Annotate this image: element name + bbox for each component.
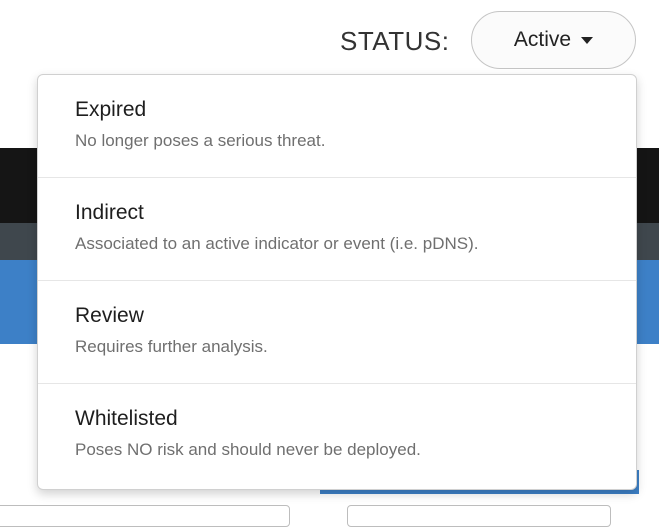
menu-item-title: Expired bbox=[75, 98, 147, 121]
menu-item-indirect[interactable]: Indirect Associated to an active indicat… bbox=[38, 178, 636, 281]
menu-item-description: No longer poses a serious threat. bbox=[75, 131, 326, 150]
menu-item-title: Review bbox=[75, 304, 144, 327]
input-field-left[interactable] bbox=[0, 505, 290, 527]
status-dropdown-button[interactable]: Active bbox=[471, 11, 636, 69]
menu-item-review[interactable]: Review Requires further analysis. bbox=[38, 281, 636, 384]
status-dropdown-menu: Expired No longer poses a serious threat… bbox=[37, 74, 637, 490]
menu-item-expired[interactable]: Expired No longer poses a serious threat… bbox=[38, 75, 636, 178]
menu-item-description: Poses NO risk and should never be deploy… bbox=[75, 440, 421, 459]
caret-down-icon bbox=[581, 36, 594, 44]
menu-item-description: Requires further analysis. bbox=[75, 337, 268, 356]
menu-item-whitelisted[interactable]: Whitelisted Poses NO risk and should nev… bbox=[38, 384, 636, 487]
status-label: STATUS: bbox=[340, 26, 450, 56]
status-selected-value: Active bbox=[513, 28, 572, 51]
input-field-right[interactable] bbox=[347, 505, 611, 527]
menu-item-title: Whitelisted bbox=[75, 407, 178, 430]
menu-item-description: Associated to an active indicator or eve… bbox=[75, 234, 479, 253]
menu-item-title: Indirect bbox=[75, 201, 144, 224]
